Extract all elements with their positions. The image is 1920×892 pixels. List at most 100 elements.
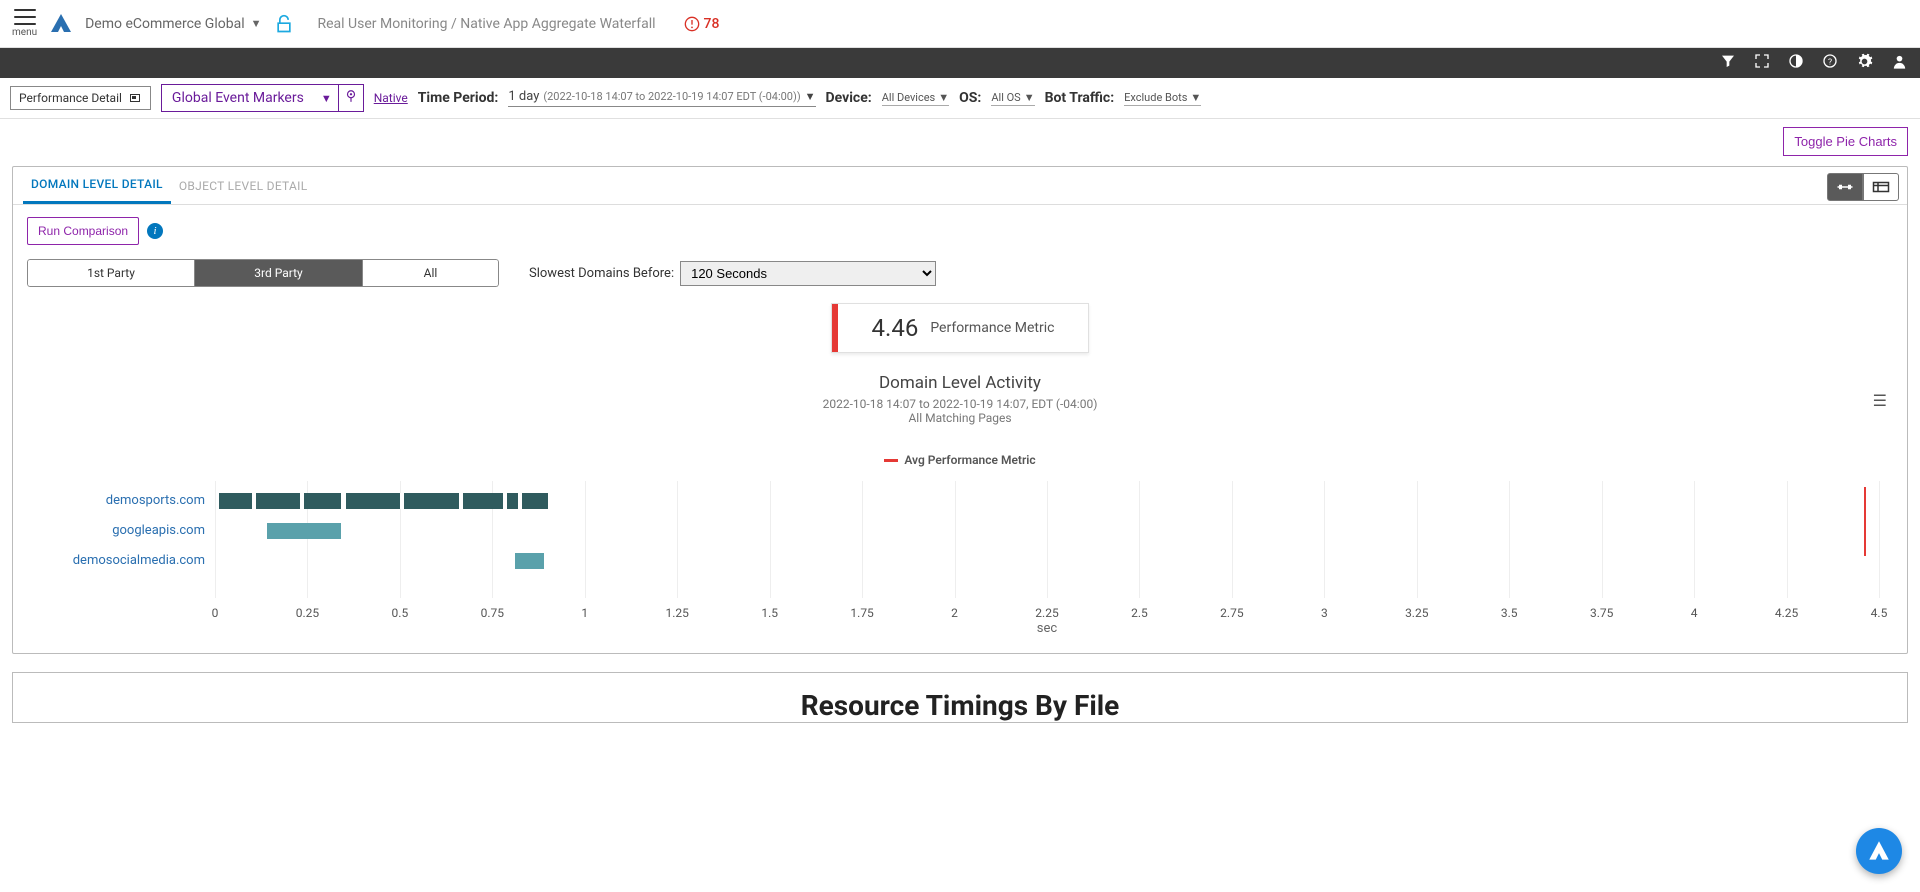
metric-value: 4.46 — [872, 314, 919, 342]
user-icon[interactable] — [1891, 53, 1908, 74]
domain-activity-chart: 0 0.25 0.5 0.75 1 1.25 1.5 1.75 2 2.25 2.5 2.75 3 3.2… — [35, 481, 1885, 633]
legend-line-icon — [884, 459, 898, 462]
x-tick-label: 3.5 — [1501, 606, 1518, 620]
chart-title: Domain Level Activity — [27, 373, 1893, 393]
filter-icon[interactable] — [1720, 53, 1736, 73]
time-period-select[interactable]: 1 day (2022-10-18 14:07 to 2022-10-19 14… — [508, 89, 815, 107]
x-tick-label: 1 — [581, 606, 588, 620]
chevron-down-icon: ▼ — [1024, 91, 1035, 104]
domain-label[interactable]: demosocialmedia.com — [35, 553, 205, 568]
hamburger-icon — [14, 9, 36, 25]
native-link[interactable]: Native — [374, 91, 408, 105]
alert-count: 78 — [704, 16, 720, 32]
x-tick-label: 2.75 — [1220, 606, 1243, 620]
app-selector[interactable]: Demo eCommerce Global ▼ — [85, 16, 261, 32]
time-period-main: 1 day — [508, 89, 539, 104]
domain-level-panel: DOMAIN LEVEL DETAIL OBJECT LEVEL DETAIL … — [12, 166, 1908, 654]
x-tick-label: 1.5 — [761, 606, 778, 620]
pin-button[interactable] — [339, 84, 364, 112]
menu-button[interactable]: menu — [12, 9, 37, 38]
x-tick-label: 4.5 — [1871, 606, 1888, 620]
x-tick-label: 2.25 — [1035, 606, 1058, 620]
view-toggle-table[interactable] — [1863, 173, 1899, 201]
avg-performance-line — [1864, 487, 1866, 556]
global-event-markers-select[interactable]: Global Event Markers ▼ — [161, 84, 339, 112]
os-value: All OS — [991, 91, 1020, 104]
bot-select[interactable]: Exclude Bots▼ — [1124, 91, 1201, 106]
x-tick-label: 0.5 — [392, 606, 409, 620]
party-segment: 1st Party 3rd Party All — [27, 259, 499, 287]
popout-icon — [128, 92, 142, 104]
alert-icon — [684, 16, 700, 32]
x-tick-label: 1.25 — [666, 606, 689, 620]
alert-badge[interactable]: 78 — [684, 16, 720, 32]
domain-bar[interactable] — [515, 553, 545, 569]
domain-bar[interactable] — [219, 493, 548, 509]
performance-detail-button[interactable]: Performance Detail — [10, 86, 151, 110]
gear-icon[interactable] — [1856, 53, 1873, 74]
pin-icon — [344, 88, 358, 104]
x-tick-label: 3 — [1321, 606, 1328, 620]
performance-metric-card: 4.46 Performance Metric — [831, 303, 1089, 353]
chevron-down-icon: ▼ — [251, 17, 262, 30]
time-period-label: Time Period: — [418, 90, 499, 106]
x-tick-label: 3.25 — [1405, 606, 1428, 620]
info-icon[interactable]: i — [147, 223, 163, 239]
domain-label[interactable]: demosports.com — [35, 493, 205, 508]
toggle-pie-charts-button[interactable]: Toggle Pie Charts — [1783, 127, 1908, 156]
perf-detail-label: Performance Detail — [19, 91, 122, 105]
brand-logo-icon — [49, 12, 73, 36]
os-label: OS: — [959, 90, 981, 106]
device-select[interactable]: All Devices▼ — [882, 91, 949, 106]
metric-label: Performance Metric — [930, 320, 1054, 336]
chevron-down-icon: ▼ — [1190, 91, 1201, 104]
chevron-down-icon: ▼ — [938, 91, 949, 104]
chart-subtitle-1: 2022-10-18 14:07 to 2022-10-19 14:07, ED… — [27, 397, 1893, 411]
tab-object-level-detail[interactable]: OBJECT LEVEL DETAIL — [171, 169, 316, 203]
device-value: All Devices — [882, 91, 936, 104]
slowest-label: Slowest Domains Before: — [529, 266, 674, 281]
fullscreen-icon[interactable] — [1754, 53, 1770, 73]
x-tick-label: 0.25 — [296, 606, 319, 620]
menu-label: menu — [12, 27, 37, 38]
run-comparison-button[interactable]: Run Comparison — [27, 217, 139, 245]
segment-1st-party[interactable]: 1st Party — [27, 259, 195, 287]
segment-all[interactable]: All — [363, 259, 499, 287]
svg-text:?: ? — [1828, 57, 1832, 67]
bot-label: Bot Traffic: — [1045, 90, 1115, 106]
domain-label[interactable]: googleapis.com — [35, 523, 205, 538]
x-tick-label: 3.75 — [1590, 606, 1613, 620]
time-period-detail: (2022-10-18 14:07 to 2022-10-19 14:07 ED… — [543, 90, 800, 103]
tab-domain-level-detail[interactable]: DOMAIN LEVEL DETAIL — [23, 167, 171, 204]
slowest-domains-select[interactable]: 120 Seconds — [680, 261, 936, 286]
breadcrumb: Real User Monitoring / Native App Aggreg… — [318, 16, 656, 32]
contrast-icon[interactable] — [1788, 53, 1804, 73]
resource-timings-panel: Resource Timings By File — [12, 672, 1908, 723]
domain-bar[interactable] — [267, 523, 341, 539]
help-icon[interactable]: ? — [1822, 53, 1838, 73]
x-tick-label: 4 — [1691, 606, 1698, 620]
chevron-down-icon: ▼ — [805, 90, 816, 103]
x-tick-label: 0 — [212, 606, 219, 620]
chart-menu-icon[interactable]: ☰ — [1873, 391, 1887, 410]
brand-logo-icon — [1866, 838, 1892, 864]
unlock-icon[interactable] — [274, 13, 294, 35]
chart-subtitle-2: All Matching Pages — [27, 411, 1893, 425]
bot-value: Exclude Bots — [1124, 91, 1187, 104]
x-tick-label: 2 — [951, 606, 958, 620]
global-markers-label: Global Event Markers — [162, 86, 314, 110]
chevron-down-icon: ▼ — [314, 92, 338, 105]
x-tick-label: 4.25 — [1775, 606, 1798, 620]
x-tick-label: 2.5 — [1131, 606, 1148, 620]
x-axis-title: sec — [1037, 621, 1057, 636]
view-toggle-timeline[interactable] — [1827, 173, 1863, 201]
resource-timings-title: Resource Timings By File — [13, 689, 1907, 722]
assistant-fab[interactable] — [1856, 828, 1902, 874]
chart-legend: Avg Performance Metric — [27, 453, 1893, 467]
segment-3rd-party[interactable]: 3rd Party — [195, 259, 363, 287]
legend-label: Avg Performance Metric — [904, 453, 1035, 467]
os-select[interactable]: All OS ▼ — [991, 91, 1034, 106]
x-tick-label: 1.75 — [850, 606, 873, 620]
app-name: Demo eCommerce Global — [85, 16, 245, 32]
x-tick-label: 0.75 — [481, 606, 504, 620]
